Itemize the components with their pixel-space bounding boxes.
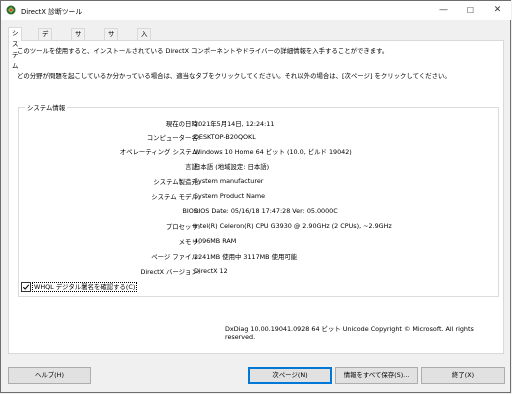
- whql-checkbox-label[interactable]: WHQL デジタル署名を確認する(C): [32, 282, 138, 292]
- info-row-processor: プロセッサ: Intel(R) Celeron(R) CPU G3930 @ 2…: [19, 222, 500, 231]
- info-value: BIOS Date: 05/16/18 17:47:28 Ver: 05.000…: [194, 207, 338, 215]
- directx-app-icon: [6, 5, 16, 15]
- save-all-info-button[interactable]: 情報をすべて保存(S)...: [335, 367, 418, 384]
- info-value: 2241MB 使用中 3117MB 使用可能: [194, 253, 298, 261]
- checkmark-icon: [22, 284, 30, 290]
- info-row-directx-version: DirectX バージョン: DirectX 12: [19, 267, 500, 276]
- dxdiag-window: DirectX 診断ツール — ☐ ✕ システム ディスプレイ サウンド 1 サ…: [0, 0, 511, 393]
- info-value: Intel(R) Celeron(R) CPU G3930 @ 2.90GHz …: [194, 222, 392, 230]
- info-value: 4096MB RAM: [194, 237, 237, 245]
- system-info-group: システム情報 現在の日時: 2021年5月14日, 12:24:11 コンピュー…: [18, 103, 500, 297]
- info-row-language: 言語: 日本語 (地域設定: 日本語): [19, 162, 500, 171]
- next-page-button[interactable]: 次ページ(N): [248, 367, 332, 384]
- tab-sound-2[interactable]: サウンド 2: [104, 28, 119, 82]
- close-button[interactable]: ✕: [484, 1, 511, 20]
- info-row-os: オペレーティング システム: Windows 10 Home 64 ビット (1…: [19, 147, 500, 156]
- info-label: オペレーティング システム:: [119, 148, 200, 156]
- info-value: DESKTOP-B20QOKL: [194, 133, 256, 141]
- info-value: DirectX 12: [194, 267, 228, 275]
- info-label: DirectX バージョン:: [140, 268, 200, 276]
- whql-checkbox[interactable]: [21, 282, 31, 292]
- help-button[interactable]: ヘルプ(H): [8, 367, 91, 384]
- info-row-model: システム モデル: System Product Name: [19, 192, 500, 201]
- info-value: System manufacturer: [194, 177, 264, 185]
- info-label: コンピューター名:: [146, 134, 200, 142]
- info-row-computer-name: コンピューター名: DESKTOP-B20QOKL: [19, 133, 500, 142]
- maximize-button[interactable]: ☐: [457, 1, 484, 20]
- intro-text-2: どの分野が問題を起こしているか分かっている場合は、適当なタブをクリックしてくださ…: [17, 72, 451, 80]
- info-label: システム製造元:: [153, 178, 200, 186]
- title-bar[interactable]: DirectX 診断ツール — ☐ ✕: [1, 1, 511, 20]
- info-row-page-file: ページ ファイル: 2241MB 使用中 3117MB 使用可能: [19, 252, 500, 261]
- version-copyright-text: DxDiag 10.00.19041.0928 64 ビット Unicode C…: [225, 325, 474, 341]
- info-row-bios: BIOS: BIOS Date: 05/16/18 17:47:28 Ver: …: [19, 207, 500, 216]
- info-label: システム モデル:: [151, 193, 200, 201]
- tab-display[interactable]: ディスプレイ: [38, 28, 53, 93]
- info-row-memory: メモリ: 4096MB RAM: [19, 237, 500, 246]
- tab-sound-1[interactable]: サウンド 1: [71, 28, 86, 82]
- minimize-button[interactable]: —: [430, 1, 457, 20]
- tab-system[interactable]: システム: [8, 27, 23, 70]
- system-info-title: システム情報: [25, 103, 68, 112]
- system-tab-panel: このツールを使用すると、インストールされている DirectX コンポーネントや…: [8, 40, 504, 354]
- info-label: ページ ファイル:: [151, 253, 200, 261]
- info-value: 2021年5月14日, 12:24:11: [194, 120, 275, 128]
- exit-button[interactable]: 終了(X): [421, 367, 505, 384]
- window-title: DirectX 診断ツール: [21, 8, 83, 16]
- info-value: Windows 10 Home 64 ビット (10.0, ビルド 19042): [194, 148, 352, 156]
- info-row-datetime: 現在の日時: 2021年5月14日, 12:24:11: [19, 119, 500, 128]
- info-row-manufacturer: システム製造元: System manufacturer: [19, 177, 500, 186]
- info-value: System Product Name: [194, 192, 266, 200]
- info-value: 日本語 (地域設定: 日本語): [194, 163, 270, 171]
- intro-text-1: このツールを使用すると、インストールされている DirectX コンポーネントや…: [17, 47, 389, 55]
- tab-input[interactable]: 入力: [137, 28, 152, 49]
